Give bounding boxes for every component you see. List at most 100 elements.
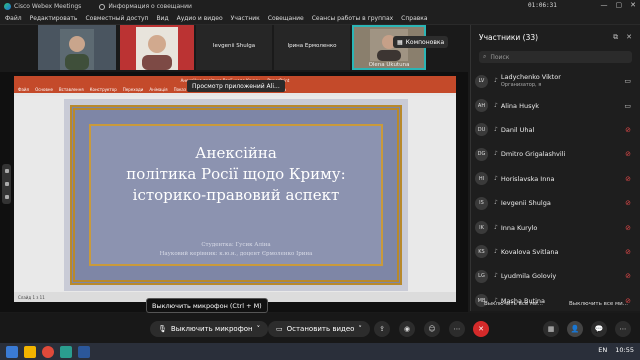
participant-row[interactable]: IK ♪ Inna Kurylo ⊘ <box>471 215 640 239</box>
participant-mic-icon: ♪ <box>494 101 498 109</box>
menu-edit[interactable]: Редактировать <box>30 15 78 22</box>
webex-logo-icon <box>4 3 11 10</box>
video-camera-icon[interactable]: ▭ <box>624 77 631 85</box>
slide-advisor: Науковий керівник: к.ю.н., доцент Єрмоле… <box>159 251 313 257</box>
close-button[interactable]: ✕ <box>630 1 636 9</box>
avatar: IS <box>475 196 488 210</box>
participant-row[interactable]: DU ♪ Danil Uhal ⊘ <box>471 118 640 142</box>
muted-mic-icon[interactable]: ⊘ <box>625 199 631 207</box>
popout-icon[interactable]: ⧉ <box>613 33 618 42</box>
pen-icon[interactable] <box>4 181 9 186</box>
participant-name: Inna Kurylo <box>500 223 538 232</box>
participant-name: Horislavska Inna <box>500 174 555 183</box>
close-panel-icon[interactable]: ✕ <box>626 33 632 42</box>
menu-share[interactable]: Совместный доступ <box>85 15 148 22</box>
chevron-down-icon[interactable]: ˅ <box>358 325 362 333</box>
muted-mic-icon[interactable]: ⊘ <box>625 248 631 256</box>
menu-breakout[interactable]: Сеансы работы в группах <box>312 15 393 22</box>
apps-button[interactable]: ▦ <box>543 321 559 337</box>
leave-button[interactable]: ✕ <box>473 321 489 337</box>
participant-info: ♪ Danil Uhal <box>494 126 534 134</box>
person-icon: 👤 <box>570 325 580 333</box>
menu-view[interactable]: Вид <box>156 15 168 22</box>
video-thumb-2[interactable] <box>120 25 194 70</box>
layout-button[interactable]: ▦ Компоновка <box>393 36 449 48</box>
stop-video-label: Остановить видео <box>286 325 355 333</box>
chrome-icon[interactable] <box>42 345 54 358</box>
word-icon[interactable] <box>78 345 90 358</box>
mute-mic-button[interactable]: 🎙 Выключить микрофон ˅ <box>150 321 269 337</box>
participant-row[interactable]: LV ♪ Ladychenko Viktor Организатор, я ▭ <box>471 69 640 93</box>
pointer-icon[interactable] <box>4 168 9 173</box>
share-button[interactable]: ⇪ <box>374 321 390 337</box>
webex-taskbar-icon[interactable] <box>60 345 72 358</box>
stop-video-button[interactable]: ▭ Остановить видео ˅ <box>268 321 370 337</box>
participant-row[interactable]: DG ♪ Dmitro Grigalashvili ⊘ <box>471 142 640 166</box>
participant-info: ♪ Ladychenko Viktor Организатор, я <box>494 73 561 89</box>
menu-file[interactable]: Файл <box>5 15 22 22</box>
ppt-tab[interactable]: Переходи <box>123 87 144 92</box>
minimize-button[interactable]: — <box>601 1 608 9</box>
apps-icon: ▦ <box>547 325 555 333</box>
participant-text: Ievgenii Shulga <box>501 199 551 207</box>
record-icon: ◉ <box>403 325 411 333</box>
more-button[interactable]: ⋯ <box>449 321 465 337</box>
slide-title-line: політика Росії щодо Криму: <box>126 165 346 183</box>
menu-participant[interactable]: Участник <box>231 15 260 22</box>
panel-footer: Выключить все ми... Выключить все ми... <box>471 301 640 307</box>
participant-info: ♪ Dmitro Grigalashvili <box>494 150 565 158</box>
reactions-button[interactable]: ☺ <box>424 321 440 337</box>
muted-mic-icon[interactable]: ⊘ <box>625 126 631 134</box>
app-title-text: Cisco Webex Meetings <box>14 3 82 10</box>
ppt-tab[interactable]: Анімація <box>149 87 167 92</box>
annotation-toolbar[interactable] <box>2 164 11 204</box>
record-button[interactable]: ◉ <box>399 321 415 337</box>
ppt-tab[interactable]: Конструктор <box>90 87 117 92</box>
text-icon[interactable] <box>4 195 9 200</box>
participant-row[interactable]: HI ♪ Horislavska Inna ⊘ <box>471 167 640 191</box>
ppt-tab[interactable]: Вставлення <box>59 87 84 92</box>
participants-button[interactable]: 👤 <box>567 321 583 337</box>
chevron-down-icon[interactable]: ˅ <box>257 325 261 333</box>
layout-icon: ▦ <box>397 38 403 46</box>
maximize-button[interactable]: ▢ <box>616 1 623 9</box>
participant-text: Lyudmila Goloviy <box>501 272 556 280</box>
meeting-controls: 🎙 Выключить микрофон ˅ ▭ Остановить виде… <box>0 313 640 343</box>
participant-name: Alina Husyk <box>500 101 540 110</box>
participant-mic-icon: ♪ <box>494 223 498 231</box>
muted-mic-icon[interactable]: ⊘ <box>625 150 631 158</box>
chat-button[interactable]: 💬 <box>591 321 607 337</box>
file-explorer-icon[interactable] <box>24 345 36 358</box>
participant-row[interactable]: AH ♪ Alina Husyk ▭ <box>471 93 640 117</box>
participant-row[interactable]: IS ♪ Ievgenii Shulga ⊘ <box>471 191 640 215</box>
ppt-tab[interactable]: Файл <box>18 87 29 92</box>
muted-mic-icon[interactable]: ⊘ <box>625 224 631 232</box>
windows-start-icon[interactable] <box>6 345 18 358</box>
mic-tooltip-text: Выключить микрофон (Ctrl + M) <box>152 301 262 310</box>
participant-row[interactable]: KS ♪ Kovalova Svitlana ⊘ <box>471 240 640 264</box>
meeting-info-link[interactable]: Информация о совещании <box>99 3 192 10</box>
language-indicator[interactable]: EN <box>598 346 607 354</box>
participant-row[interactable]: LG ♪ Lyudmila Goloviy ⊘ <box>471 264 640 288</box>
video-thumb-4[interactable]: Ірина Ермоленко <box>274 25 350 70</box>
muted-mic-icon[interactable]: ⊘ <box>625 175 631 183</box>
video-thumb-1[interactable] <box>38 25 116 70</box>
participant-name: Ievgenii Shulga <box>500 199 551 208</box>
muted-mic-icon[interactable]: ⊘ <box>625 272 631 280</box>
menu-help[interactable]: Справка <box>401 15 427 22</box>
mute-all-button[interactable]: Выключить все ми... <box>484 301 543 307</box>
more-icon: ⋯ <box>453 325 461 333</box>
participants-search[interactable]: ⌕ Поиск <box>479 51 632 63</box>
unmute-all-button[interactable]: Выключить все ми... <box>569 301 628 307</box>
participant-text: Ladychenko Viktor Организатор, я <box>501 73 561 89</box>
video-thumb-3[interactable]: Ievgenii Shulga <box>196 25 272 70</box>
video-camera-icon[interactable]: ▭ <box>624 102 631 110</box>
participant-text: Inna Kurylo <box>501 224 538 232</box>
slide-title-line: історико-правовий аспект <box>132 186 340 204</box>
menu-audio-video[interactable]: Аудио и видео <box>177 15 223 22</box>
menu-meeting[interactable]: Совещание <box>268 15 304 22</box>
slide-title-line: Анексійна <box>195 144 277 162</box>
avatar: LV <box>475 74 488 88</box>
more-panels-button[interactable]: ⋯ <box>615 321 631 337</box>
ppt-tab[interactable]: Основне <box>35 87 53 92</box>
